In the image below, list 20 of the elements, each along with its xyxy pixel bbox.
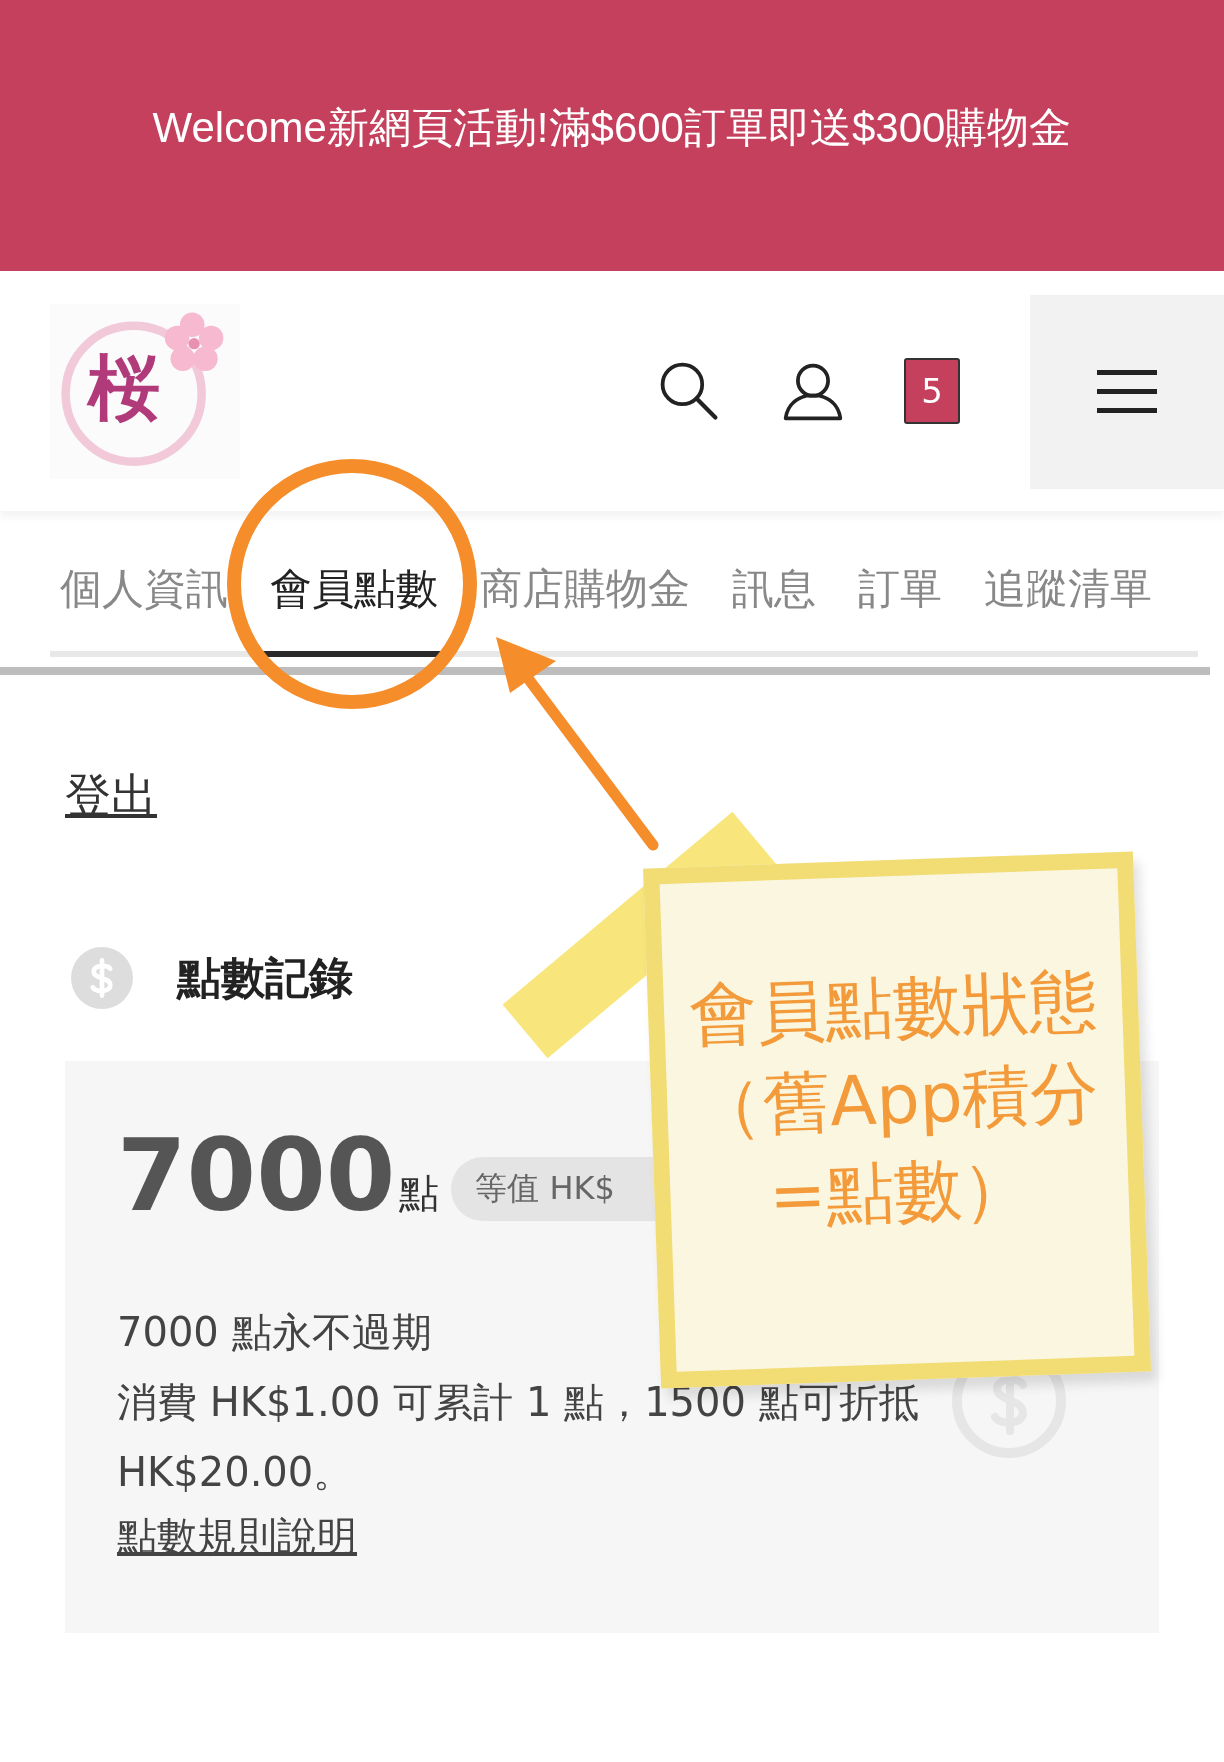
promo-text: Welcome新網頁活動!滿$600訂單即送$300購物金 [152,102,1072,153]
note-text: （舊App積分 [692,1053,1100,1147]
logo[interactable]: 桜 [50,303,240,479]
expiry-text: 7000 點永不過期 [117,1308,433,1357]
note-text: =點數） [767,1148,1032,1236]
section-title: 點數記錄 [177,950,353,1005]
logout-link[interactable]: 登出 [65,765,157,827]
cart-button[interactable]: 5 [904,358,960,424]
rules-link[interactable]: 點數規則說明 [117,1509,357,1564]
rule-text: 消費 HK$1.00 可累計 1 點，1500 點可折抵 HK$20.00。 [117,1378,920,1497]
points-value: 7000 [117,1131,396,1221]
tab[interactable]: 個人資訊 [50,535,238,657]
tab[interactable]: 商店購物金 [470,535,700,657]
cart-count: 5 [921,371,943,411]
tab[interactable]: 訊息 [722,535,826,657]
note-text: 會員點數狀態 [687,961,1099,1055]
logo-text: 桜 [88,351,160,424]
tab[interactable]: 訂單 [848,535,952,657]
points-unit: 點 [399,1169,440,1218]
tab[interactable]: 追蹤清單 [974,535,1162,657]
